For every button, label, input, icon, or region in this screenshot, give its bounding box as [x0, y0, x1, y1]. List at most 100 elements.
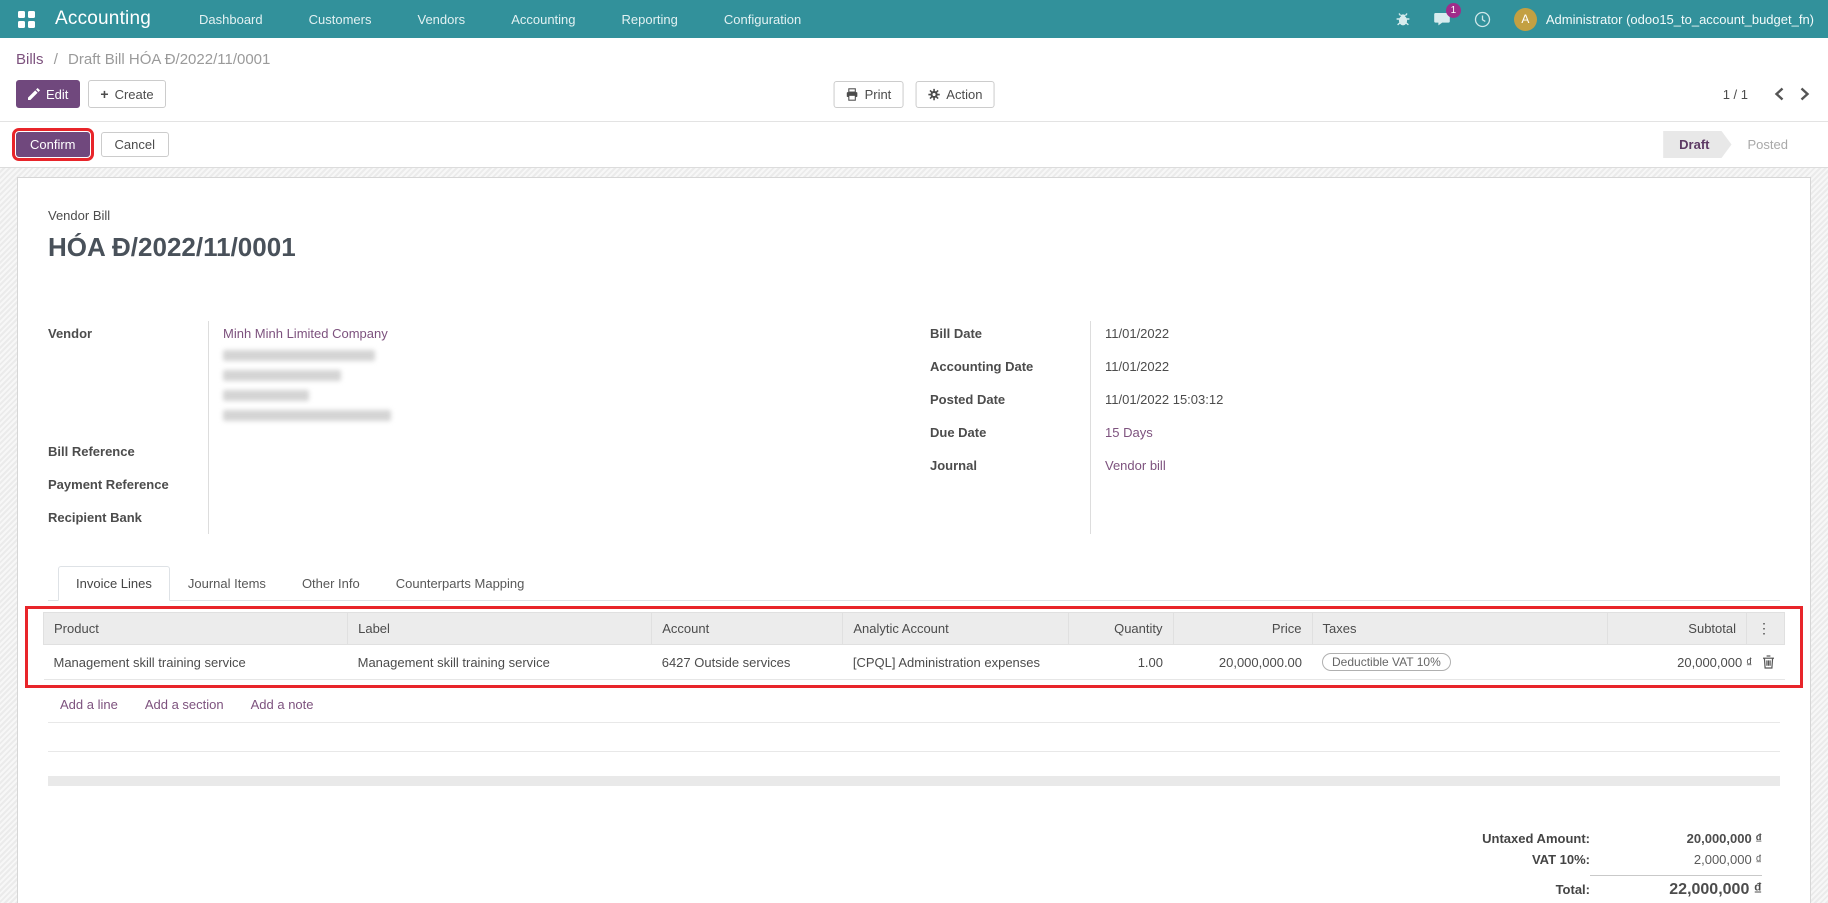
posted-date-value[interactable]: 11/01/2022 15:03:12 [1090, 385, 1570, 418]
bill-date-value[interactable]: 11/01/2022 [1090, 319, 1570, 352]
pager-previous-icon[interactable] [1772, 85, 1787, 103]
untaxed-amount-value: 20,000,000 ₫ [1590, 831, 1762, 846]
column-subtotal[interactable]: Subtotal [1607, 613, 1746, 645]
activities-clock-icon[interactable] [1474, 10, 1492, 28]
column-analytic-account[interactable]: Analytic Account [843, 613, 1069, 645]
cell-taxes[interactable]: Deductible VAT 10% [1312, 645, 1607, 680]
messages-icon[interactable]: 1 [1434, 10, 1452, 28]
payment-reference-value[interactable] [208, 470, 908, 503]
form-sheet: Vendor Bill HÓA Đ/2022/11/0001 Vendor Mi… [17, 177, 1811, 903]
total-label: Total: [1556, 882, 1590, 897]
status-draft[interactable]: Draft [1663, 131, 1731, 158]
journal-value-link[interactable]: Vendor bill [1105, 458, 1166, 473]
accounting-date-value[interactable]: 11/01/2022 [1090, 352, 1570, 385]
add-a-section-link[interactable]: Add a section [145, 697, 224, 712]
add-a-line-link[interactable]: Add a line [60, 697, 118, 712]
create-button[interactable]: + Create [88, 80, 165, 108]
vendor-value-link[interactable]: Minh Minh Limited Company [223, 326, 388, 341]
printer-icon [846, 88, 859, 101]
vat-value: 2,000,000 ₫ [1590, 852, 1762, 867]
untaxed-amount-label: Untaxed Amount: [1482, 831, 1590, 846]
document-type-label: Vendor Bill [48, 208, 1780, 223]
breadcrumb-bills-link[interactable]: Bills [16, 51, 44, 68]
list-add-links: Add a line Add a section Add a note [48, 688, 1780, 723]
column-taxes[interactable]: Taxes [1312, 613, 1607, 645]
cell-analytic-account[interactable]: [CPQL] Administration expenses [843, 645, 1069, 680]
breadcrumb: Bills / Draft Bill HÓA Đ/2022/11/0001 [16, 51, 1812, 68]
gear-icon [927, 88, 940, 101]
cell-quantity[interactable]: 1.00 [1069, 645, 1173, 680]
main-menu: Dashboard Customers Vendors Accounting R… [197, 8, 803, 31]
top-navbar: Accounting Dashboard Customers Vendors A… [0, 0, 1828, 38]
print-button[interactable]: Print [834, 81, 904, 108]
bill-reference-value[interactable] [208, 437, 908, 470]
cell-account[interactable]: 6427 Outside services [652, 645, 843, 680]
cell-price[interactable]: 20,000,000.00 [1173, 645, 1312, 680]
column-account[interactable]: Account [652, 613, 843, 645]
edit-button[interactable]: Edit [16, 80, 80, 108]
column-product[interactable]: Product [44, 613, 348, 645]
breadcrumb-separator: / [54, 51, 58, 68]
due-date-label: Due Date [930, 418, 1090, 451]
confirm-button[interactable]: Confirm [16, 132, 90, 157]
journal-label: Journal [930, 451, 1090, 484]
column-quantity[interactable]: Quantity [1069, 613, 1173, 645]
control-panel: Bills / Draft Bill HÓA Đ/2022/11/0001 Ed… [0, 38, 1828, 121]
payment-reference-label: Payment Reference [48, 470, 208, 503]
tax-pill: Deductible VAT 10% [1322, 653, 1451, 671]
cell-label[interactable]: Management skill training service [348, 645, 652, 680]
user-name: Administrator (odoo15_to_account_budget_… [1546, 12, 1814, 27]
invoice-lines-highlight-box: Product Label Account Analytic Account Q… [25, 606, 1803, 688]
avatar: A [1514, 8, 1537, 31]
message-count-badge: 1 [1446, 3, 1461, 18]
pager-next-icon[interactable] [1797, 85, 1812, 103]
list-footer-band [48, 776, 1780, 786]
pager: 1 / 1 [1723, 85, 1812, 103]
user-menu[interactable]: A Administrator (odoo15_to_account_budge… [1514, 8, 1814, 31]
cell-subtotal: 20,000,000 ₫ [1607, 645, 1784, 680]
menu-configuration[interactable]: Configuration [722, 8, 803, 31]
menu-customers[interactable]: Customers [307, 8, 374, 31]
pencil-icon [28, 88, 40, 100]
vat-label: VAT 10%: [1532, 852, 1590, 867]
tab-other-info[interactable]: Other Info [284, 566, 378, 601]
add-a-note-link[interactable]: Add a note [251, 697, 314, 712]
apps-grid-icon[interactable] [18, 11, 35, 28]
status-widget: Draft Posted [1663, 131, 1804, 158]
bill-date-label: Bill Date [930, 319, 1090, 352]
total-value: 22,000,000 ₫ [1590, 875, 1762, 899]
plus-icon: + [100, 86, 108, 102]
due-date-value-link[interactable]: 15 Days [1105, 425, 1153, 440]
tab-journal-items[interactable]: Journal Items [170, 566, 284, 601]
column-price[interactable]: Price [1173, 613, 1312, 645]
menu-vendors[interactable]: Vendors [415, 8, 467, 31]
redacted-address [223, 350, 908, 421]
pager-value: 1 / 1 [1723, 87, 1748, 102]
breadcrumb-current: Draft Bill HÓA Đ/2022/11/0001 [68, 51, 270, 68]
tab-counterparts-mapping[interactable]: Counterparts Mapping [378, 566, 543, 601]
column-label[interactable]: Label [348, 613, 652, 645]
delete-line-trash-icon[interactable] [1762, 655, 1775, 669]
spacer [48, 752, 1780, 776]
cell-product[interactable]: Management skill training service [44, 645, 348, 680]
accounting-date-label: Accounting Date [930, 352, 1090, 385]
action-button[interactable]: Action [915, 81, 994, 108]
menu-dashboard[interactable]: Dashboard [197, 8, 265, 31]
systray: 1 A Administrator (odoo15_to_account_bud… [1394, 8, 1814, 31]
recipient-bank-value[interactable] [208, 503, 908, 536]
debug-bug-icon[interactable] [1394, 10, 1412, 28]
bill-reference-label: Bill Reference [48, 437, 208, 470]
vendor-label: Vendor [48, 319, 208, 437]
menu-reporting[interactable]: Reporting [620, 8, 680, 31]
empty-list-row [48, 723, 1780, 752]
form-statusbar: Confirm Cancel Draft Posted [0, 121, 1828, 168]
form-view-background: Vendor Bill HÓA Đ/2022/11/0001 Vendor Mi… [0, 168, 1828, 903]
invoice-line-row[interactable]: Management skill training service Manage… [44, 645, 1785, 680]
optional-columns-kebab-icon[interactable]: ⋮ [1747, 613, 1785, 645]
cancel-button[interactable]: Cancel [101, 132, 169, 157]
status-posted[interactable]: Posted [1732, 131, 1804, 158]
recipient-bank-label: Recipient Bank [48, 503, 208, 536]
tab-invoice-lines[interactable]: Invoice Lines [58, 566, 170, 601]
menu-accounting[interactable]: Accounting [509, 8, 577, 31]
left-field-group: Vendor Minh Minh Limited Company Bill Re… [48, 319, 908, 536]
